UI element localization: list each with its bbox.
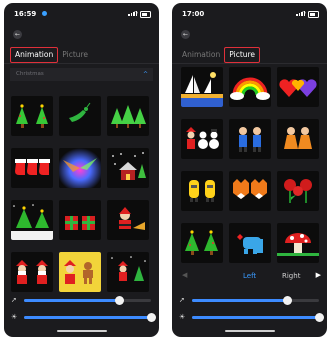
tile-rainbow[interactable] — [229, 67, 271, 107]
sun-icon: ☀ — [11, 313, 18, 321]
tab-bar: Animation Picture — [178, 47, 261, 63]
tab-divider — [172, 63, 327, 64]
picture-grid — [181, 67, 319, 263]
tile-sailboats[interactable] — [181, 67, 223, 107]
speed-slider[interactable]: ➚ — [172, 296, 327, 306]
tab-animation[interactable]: Animation — [10, 47, 59, 63]
tile-aurora[interactable] — [59, 148, 101, 188]
brightness-slider[interactable]: ☀ — [172, 313, 327, 323]
tile-mushroom[interactable] — [277, 223, 319, 263]
tab-divider — [4, 63, 159, 64]
speed-track[interactable] — [192, 296, 319, 305]
battery-icon — [140, 11, 151, 18]
location-icon — [42, 11, 47, 16]
right-option[interactable]: Right — [282, 272, 300, 280]
brightness-thumb[interactable] — [315, 313, 324, 322]
battery-icon — [308, 11, 319, 18]
category-header[interactable]: Christmas ^ — [10, 68, 153, 81]
tile-santa-gingerbread[interactable] — [59, 252, 101, 292]
status-bar: 17:00 ◠ — [182, 10, 319, 21]
status-time: 17:00 — [182, 10, 205, 18]
speed-thumb[interactable] — [115, 296, 125, 305]
animation-grid — [11, 96, 149, 292]
right-phone-screen: 17:00 ◠ ← Animation Picture ◀ Left Right … — [172, 3, 327, 337]
tile-two-trees[interactable] — [11, 96, 53, 136]
triangle-left-icon[interactable]: ◀ — [182, 271, 187, 279]
tile-yellow-figures[interactable] — [181, 171, 223, 211]
home-indicator — [224, 330, 275, 332]
tab-picture[interactable]: Picture — [58, 48, 92, 62]
back-arrow-icon[interactable]: ← — [181, 30, 190, 39]
status-time: 16:59 — [14, 10, 37, 18]
rocket-icon: ➚ — [179, 296, 185, 304]
category-title: Christmas — [16, 71, 44, 77]
home-indicator — [56, 330, 107, 332]
tile-couple-blue[interactable] — [229, 119, 271, 159]
tile-three-trees[interactable] — [107, 96, 149, 136]
wifi-icon: ◠ — [301, 10, 306, 17]
brightness-track[interactable] — [24, 313, 156, 322]
tile-santa-snowmen[interactable] — [181, 119, 223, 159]
brightness-track[interactable] — [192, 313, 324, 322]
wifi-icon: ◠ — [133, 10, 138, 17]
tile-xmas-trees[interactable] — [181, 223, 223, 263]
tile-foxes[interactable] — [229, 171, 271, 211]
tile-gifts[interactable] — [59, 200, 101, 240]
tile-tree-snow[interactable] — [11, 200, 53, 240]
tile-two-santas[interactable] — [11, 252, 53, 292]
brightness-slider[interactable]: ☀ — [4, 313, 159, 323]
speed-thumb[interactable] — [283, 296, 293, 305]
triangle-right-icon[interactable]: ▶ — [316, 271, 321, 279]
tile-roses[interactable] — [277, 171, 319, 211]
tile-snow-house[interactable] — [107, 148, 149, 188]
left-phone-screen: 16:59 ◠ ← Animation Picture Christmas ^ ➚… — [4, 3, 159, 337]
sun-icon: ☀ — [179, 313, 186, 321]
tile-stockings[interactable] — [11, 148, 53, 188]
speed-slider[interactable]: ➚ — [4, 296, 159, 306]
left-option[interactable]: Left — [243, 272, 256, 280]
tile-reindeer[interactable] — [59, 96, 101, 136]
tile-elephant[interactable] — [229, 223, 271, 263]
tile-santa-sleigh[interactable] — [107, 200, 149, 240]
tab-picture[interactable]: Picture — [224, 47, 261, 63]
left-right-selector: ◀ Left Right ▶ — [172, 271, 327, 283]
back-arrow-icon[interactable]: ← — [13, 30, 22, 39]
tab-bar: Animation Picture — [10, 47, 92, 63]
tile-hearts[interactable] — [277, 67, 319, 107]
tile-santa-tree[interactable] — [107, 252, 149, 292]
status-bar: 16:59 ◠ — [14, 10, 151, 21]
chevron-up-icon[interactable]: ^ — [143, 68, 148, 81]
brightness-thumb[interactable] — [147, 313, 156, 322]
tile-couple-orange[interactable] — [277, 119, 319, 159]
tab-animation[interactable]: Animation — [178, 48, 224, 62]
rocket-icon: ➚ — [11, 296, 17, 304]
speed-track[interactable] — [24, 296, 151, 305]
